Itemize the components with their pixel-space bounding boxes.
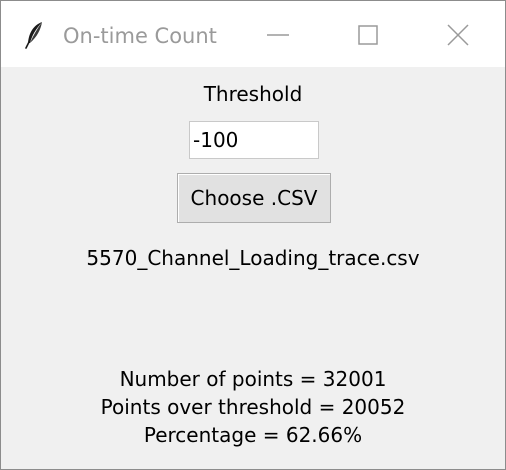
points-over-threshold-text: Points over threshold = 20052 xyxy=(100,395,406,419)
minimize-icon xyxy=(267,34,289,36)
maximize-icon xyxy=(358,25,378,45)
maximize-button[interactable] xyxy=(345,13,391,57)
app-window: On-time Count Threshold Choose .CSV 5570… xyxy=(0,0,506,470)
close-button[interactable] xyxy=(435,13,481,57)
minimize-button[interactable] xyxy=(255,13,301,57)
number-of-points-text: Number of points = 32001 xyxy=(119,367,387,391)
choose-csv-button[interactable]: Choose .CSV xyxy=(177,173,331,223)
percentage-text: Percentage = 62.66% xyxy=(143,423,363,447)
window-title: On-time Count xyxy=(63,24,217,48)
selected-file-name: 5570_Channel_Loading_trace.csv xyxy=(86,246,420,270)
threshold-input[interactable] xyxy=(189,121,319,159)
close-icon xyxy=(447,24,469,46)
title-bar[interactable]: On-time Count xyxy=(1,1,505,67)
feather-icon xyxy=(23,21,45,49)
results-panel: Number of points = 32001 Points over thr… xyxy=(1,365,505,449)
threshold-label: Threshold xyxy=(203,82,303,106)
main-content: Threshold Choose .CSV 5570_Channel_Loadi… xyxy=(1,67,505,469)
